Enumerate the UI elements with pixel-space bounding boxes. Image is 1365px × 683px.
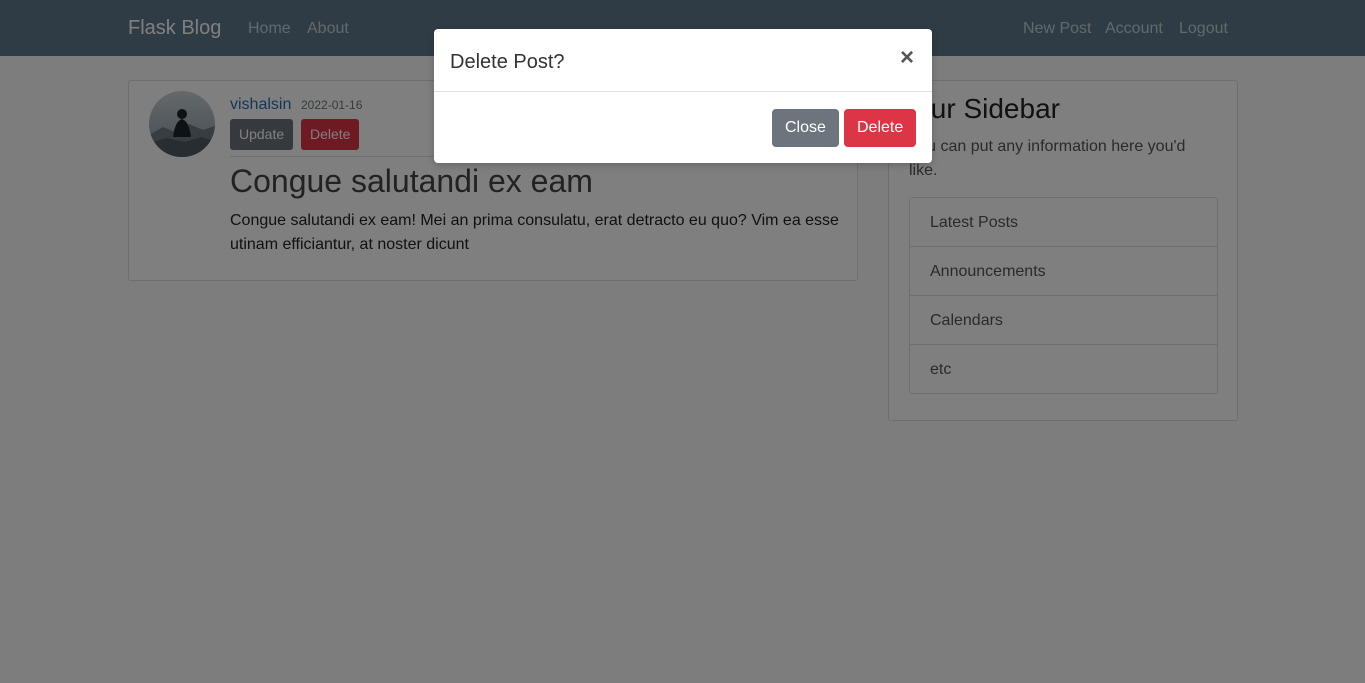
modal-delete-button[interactable]: Delete (844, 109, 917, 147)
modal-close-button[interactable]: Close (772, 109, 839, 147)
modal-title: Delete Post? (450, 51, 565, 73)
delete-post-modal: Delete Post? × Close Delete (434, 29, 932, 163)
modal-close-icon[interactable]: × (898, 46, 916, 70)
modal-header: Delete Post? × (434, 29, 932, 92)
